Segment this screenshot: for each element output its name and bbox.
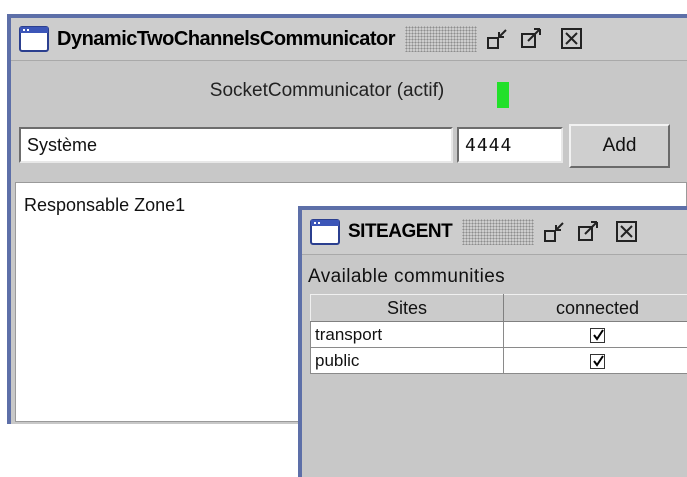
close-icon[interactable]	[559, 26, 585, 52]
window-icon	[19, 26, 49, 52]
checkbox-checked-icon[interactable]	[590, 353, 605, 369]
checkbox-checked-icon[interactable]	[590, 327, 605, 343]
connected-cell[interactable]	[503, 321, 687, 348]
status-indicator	[497, 82, 509, 108]
main-window-title: DynamicTwoChannelsCommunicator	[57, 27, 396, 50]
title-grip	[462, 219, 535, 245]
communities-label: Available communities	[308, 266, 506, 287]
column-header-sites[interactable]: Sites	[310, 294, 504, 322]
site-cell[interactable]: public	[310, 347, 504, 374]
add-button[interactable]: Add	[569, 124, 670, 168]
table-row[interactable]: public	[310, 347, 687, 374]
siteagent-title: SITEAGENT	[348, 221, 453, 242]
close-icon[interactable]	[614, 219, 640, 245]
window-icon	[310, 219, 340, 245]
site-cell[interactable]: transport	[310, 321, 504, 348]
status-row: SocketCommunicator (actif)	[11, 80, 687, 110]
status-label: SocketCommunicator (actif)	[209, 80, 445, 101]
title-grip	[405, 26, 478, 52]
table-empty-area[interactable]	[310, 380, 687, 477]
port-input[interactable]: 4444	[457, 127, 563, 163]
log-line: Responsable Zone1	[24, 195, 186, 215]
siteagent-window: SITEAGENT Available communities Sites co…	[298, 206, 687, 477]
connected-cell[interactable]	[503, 347, 687, 374]
maximize-icon[interactable]	[576, 219, 602, 245]
communities-table: Sites connected transport public	[310, 294, 687, 374]
table-header-row: Sites connected	[310, 294, 687, 322]
port-input-value: 4444	[465, 134, 513, 156]
column-header-connected[interactable]: connected	[503, 294, 687, 322]
name-input-value: Système	[27, 134, 98, 155]
siteagent-title-bar[interactable]: SITEAGENT	[302, 210, 687, 255]
name-input[interactable]: Système	[19, 127, 453, 163]
maximize-icon[interactable]	[519, 26, 545, 52]
table-row[interactable]: transport	[310, 321, 687, 348]
minimize-icon[interactable]	[542, 219, 568, 245]
main-title-bar[interactable]: DynamicTwoChannelsCommunicator	[11, 18, 687, 61]
minimize-icon[interactable]	[485, 26, 511, 52]
